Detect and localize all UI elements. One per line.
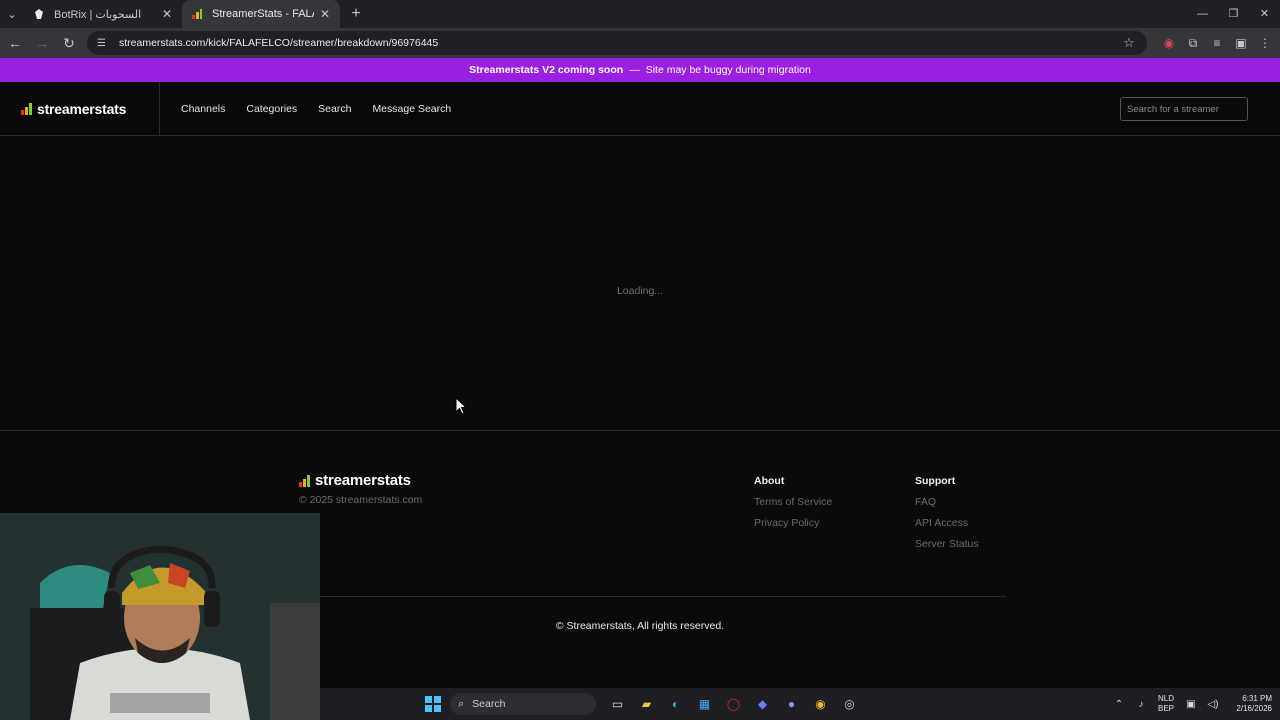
nav-channels[interactable]: Channels (181, 103, 225, 115)
back-arrow-icon[interactable]: ← (3, 31, 27, 55)
streamer-search-input[interactable] (1120, 97, 1248, 121)
nav-categories[interactable]: Categories (246, 103, 297, 115)
volume-icon[interactable]: ◁) (1202, 699, 1224, 710)
banner-text: Site may be buggy during migration (645, 64, 811, 76)
task-view-icon[interactable]: ▭ (603, 692, 632, 716)
taskbar-search-label: Search (472, 698, 506, 710)
forward-arrow-icon[interactable]: → (30, 31, 54, 55)
reading-list-icon[interactable]: ≡ (1205, 36, 1229, 51)
network-icon[interactable]: ▣ (1180, 699, 1202, 710)
site-header: streamerstats Channels Categories Search… (0, 81, 1280, 136)
file-explorer-icon[interactable]: ▰ (632, 692, 661, 716)
extension-icons: ◉ ⧉ ≡ ▣ ⋮ (1157, 36, 1277, 51)
footer-logo[interactable]: streamerstats (299, 472, 411, 489)
webcam-person-image (0, 513, 320, 720)
microphone-icon[interactable]: ♪ (1130, 699, 1152, 710)
webcam-overlay (0, 513, 320, 720)
close-tab-icon[interactable]: ✕ (160, 7, 174, 21)
faq-link[interactable]: FAQ (915, 495, 979, 516)
footer-copyright: © 2025 streamerstats.com (299, 494, 423, 506)
close-window-icon[interactable]: ✕ (1249, 0, 1280, 28)
search-icon: ⌕ (458, 697, 465, 710)
taskbar-clock[interactable]: 6:31 PM 2/16/2026 (1224, 694, 1280, 714)
tray-chevron-up-icon[interactable]: ⌃ (1108, 699, 1130, 710)
extension-red-icon[interactable]: ◉ (1157, 36, 1181, 51)
input-language[interactable]: NLD BEP (1152, 694, 1180, 714)
tab-title: StreamerStats - FALAFELCO Str (212, 8, 314, 20)
logo-text: streamerstats (315, 472, 411, 489)
footer-about-heading: About (754, 475, 785, 487)
new-tab-plus-icon[interactable]: + (344, 5, 368, 23)
nav-search[interactable]: Search (318, 103, 351, 115)
browser-tab-strip: ⌄ BotRix | السحوبات ✕ StreamerStats - FA… (0, 0, 1280, 28)
logo-bars-icon (21, 102, 33, 115)
obs-icon[interactable]: ◎ (835, 692, 864, 716)
browser-toolbar: ← → ↻ ☰ streamerstats.com/kick/FALAFELCO… (0, 28, 1280, 58)
terms-of-service-link[interactable]: Terms of Service (754, 495, 832, 516)
privacy-policy-link[interactable]: Privacy Policy (754, 516, 832, 537)
mouse-cursor-icon (455, 396, 468, 415)
app-shield-icon[interactable]: ◆ (748, 692, 777, 716)
url-text: streamerstats.com/kick/FALAFELCO/streame… (119, 37, 439, 49)
language-code: NLD (1157, 694, 1174, 703)
browser-tab-botrix[interactable]: BotRix | السحوبات ✕ (24, 0, 182, 28)
keyboard-layout: BEP (1157, 704, 1174, 713)
clock-date: 2/16/2026 (1236, 704, 1272, 713)
reload-icon[interactable]: ↻ (57, 31, 81, 55)
restore-icon[interactable]: ❐ (1218, 0, 1249, 28)
server-status-link[interactable]: Server Status (915, 537, 979, 558)
taskbar-apps: ▭ ▰ ◐ ▦ ◯ ◆ ● ◉ ◎ (603, 692, 864, 716)
botrix-favicon-icon (32, 7, 46, 21)
site-logo[interactable]: streamerstats (0, 81, 160, 136)
banner-separator: — (629, 64, 640, 76)
system-tray: ⌃ ♪ NLD BEP ▣ ◁) 6:31 PM 2/16/2026 (1108, 688, 1280, 720)
extensions-puzzle-icon[interactable]: ⧉ (1181, 36, 1205, 51)
site-info-icon[interactable]: ☰ (97, 38, 111, 49)
menu-kebab-icon[interactable]: ⋮ (1253, 36, 1277, 51)
streamerstats-favicon-icon (190, 7, 204, 21)
footer-support-column: Support FAQ API Access Server Status (915, 475, 979, 558)
migration-banner: Streamerstats V2 coming soon — Site may … (0, 58, 1280, 82)
banner-title: Streamerstats V2 coming soon (469, 64, 624, 76)
opera-icon[interactable]: ◯ (719, 692, 748, 716)
windows-start-icon[interactable] (425, 696, 441, 712)
tab-search-chevron-icon[interactable]: ⌄ (0, 0, 24, 28)
main-nav: Channels Categories Search Message Searc… (181, 103, 472, 115)
clock-time: 6:31 PM (1242, 694, 1272, 703)
window-controls: — ❐ ✕ (1187, 0, 1280, 28)
tab-title: BotRix | السحوبات (54, 8, 142, 21)
profile-icon[interactable]: ▣ (1229, 36, 1253, 51)
nav-message-search[interactable]: Message Search (372, 103, 451, 115)
browser-tab-streamerstats[interactable]: StreamerStats - FALAFELCO Str ✕ (182, 0, 340, 28)
bookmark-star-icon[interactable]: ☆ (1119, 35, 1139, 51)
api-access-link[interactable]: API Access (915, 516, 979, 537)
logo-bars-icon (299, 474, 311, 487)
minimize-icon[interactable]: — (1187, 0, 1218, 28)
logo-text: streamerstats (37, 100, 127, 117)
discord-icon[interactable]: ● (777, 692, 806, 716)
footer-about-column: About Terms of Service Privacy Policy (754, 475, 832, 537)
address-bar[interactable]: ☰ streamerstats.com/kick/FALAFELCO/strea… (87, 31, 1147, 55)
chrome-icon[interactable]: ◉ (806, 692, 835, 716)
main-content: Loading... (0, 137, 1280, 430)
store-icon[interactable]: ▦ (690, 692, 719, 716)
close-tab-icon[interactable]: ✕ (318, 7, 332, 21)
loading-text: Loading... (616, 285, 664, 297)
windows-taskbar: ⌕ Search ▭ ▰ ◐ ▦ ◯ ◆ ● ◉ ◎ ⌃ ♪ NLD BEP ▣… (320, 688, 1280, 720)
footer-support-heading: Support (915, 475, 956, 487)
taskbar-search[interactable]: ⌕ Search (450, 693, 596, 715)
footer-divider (299, 596, 1006, 597)
edge-icon[interactable]: ◐ (661, 692, 690, 716)
